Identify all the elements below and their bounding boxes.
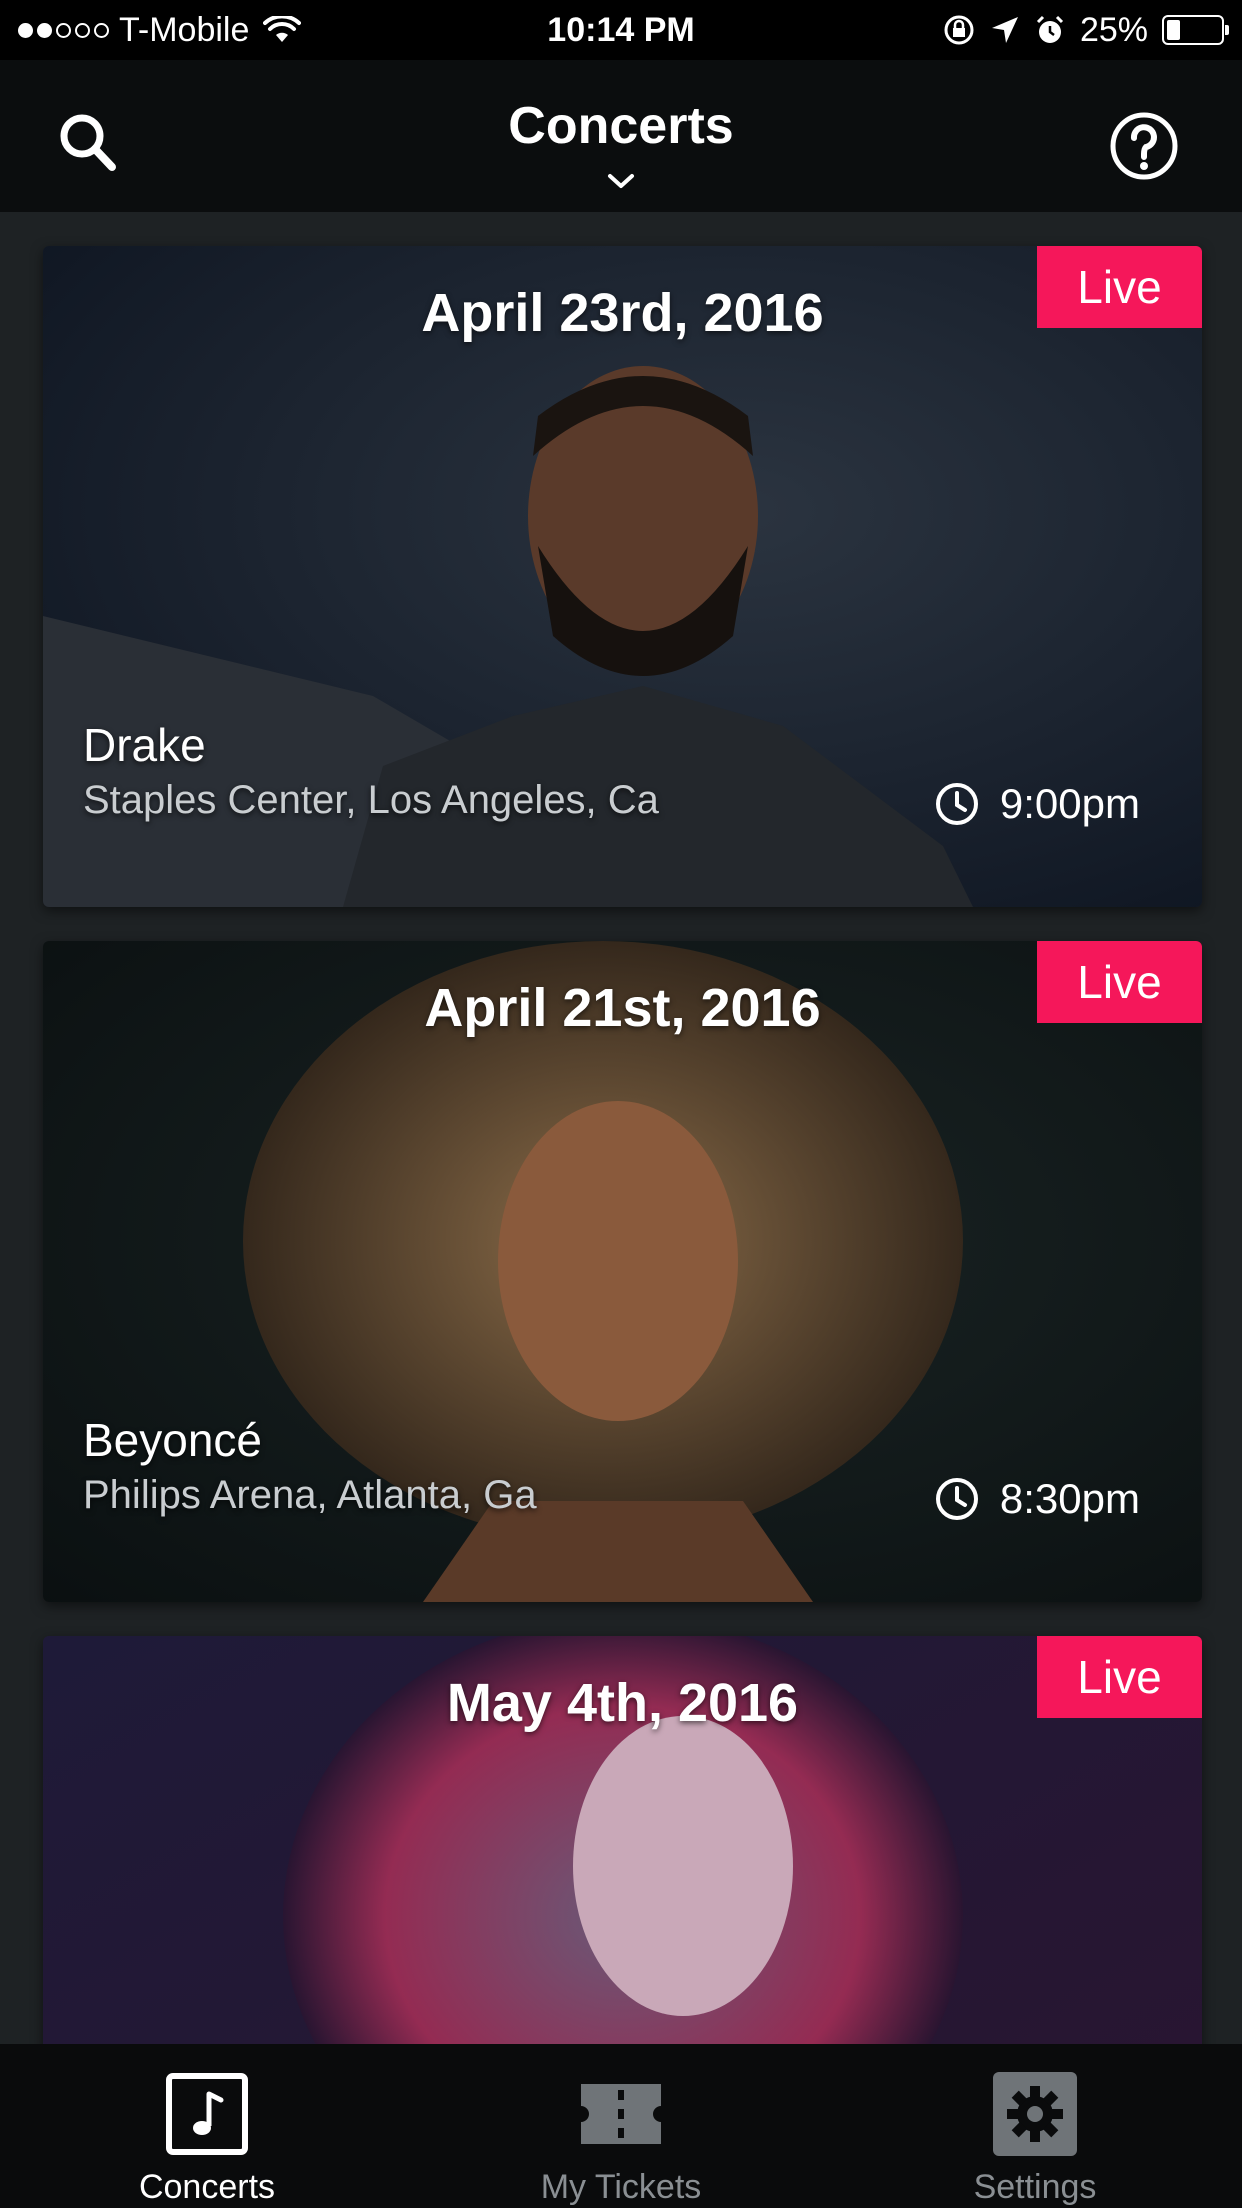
gear-icon	[993, 2072, 1077, 2156]
tab-my-tickets[interactable]: My Tickets	[414, 2044, 828, 2208]
battery-icon	[1162, 15, 1229, 45]
concert-date: May 4th, 2016	[446, 1673, 799, 1733]
live-badge: Live	[1037, 1636, 1202, 1718]
concert-date: April 23rd, 2016	[421, 283, 824, 343]
tab-settings[interactable]: Settings	[828, 2044, 1242, 2208]
battery-fill	[1167, 20, 1180, 40]
nav-bar: Concerts	[0, 60, 1242, 212]
concert-time-group: 8:30pm	[934, 1475, 1140, 1523]
music-note-icon	[166, 2073, 248, 2155]
status-bar: T-Mobile 10:14 PM 25%	[0, 0, 1242, 60]
clock-icon	[935, 1478, 978, 1520]
tab-label: My Tickets	[540, 2168, 702, 2206]
concert-card[interactable]: April 21st, 2016 Live Beyoncé Philips Ar…	[43, 941, 1202, 1602]
venue-name: Staples Center, Los Angeles, Ca	[83, 778, 659, 822]
chevron-down-icon[interactable]	[606, 172, 636, 190]
concert-card[interactable]: April 23rd, 2016 Live Drake Staples Cent…	[43, 246, 1202, 907]
alarm-icon	[1036, 15, 1063, 43]
tab-bar: Concerts My Tickets Settings	[0, 2044, 1242, 2208]
concert-feed[interactable]: April 23rd, 2016 Live Drake Staples Cent…	[0, 212, 1242, 2044]
location-arrow-icon	[991, 17, 1018, 43]
tab-concerts[interactable]: Concerts	[0, 2044, 414, 2208]
tab-label: Concerts	[138, 2168, 276, 2206]
tab-label: Settings	[973, 2168, 1097, 2206]
status-right-group: 25%	[942, 10, 1229, 50]
rotation-lock-icon	[944, 15, 974, 45]
clock-icon	[935, 783, 978, 825]
concert-time: 8:30pm	[999, 1475, 1140, 1522]
concert-date: April 21st, 2016	[424, 978, 821, 1038]
live-badge: Live	[1037, 941, 1202, 1023]
artist-name: Drake	[83, 719, 206, 771]
artist-name: Beyoncé	[83, 1414, 263, 1466]
help-icon[interactable]	[1104, 106, 1184, 186]
concert-time-group: 9:00pm	[934, 780, 1140, 828]
live-badge: Live	[1037, 246, 1202, 328]
concert-time: 9:00pm	[999, 780, 1140, 827]
ticket-icon	[581, 2084, 661, 2144]
page-title[interactable]: Concerts	[0, 96, 1242, 156]
concert-card[interactable]: May 4th, 2016 Live	[43, 1636, 1202, 2044]
battery-percent: 25%	[1079, 10, 1148, 49]
venue-name: Philips Arena, Atlanta, Ga	[83, 1473, 537, 1517]
